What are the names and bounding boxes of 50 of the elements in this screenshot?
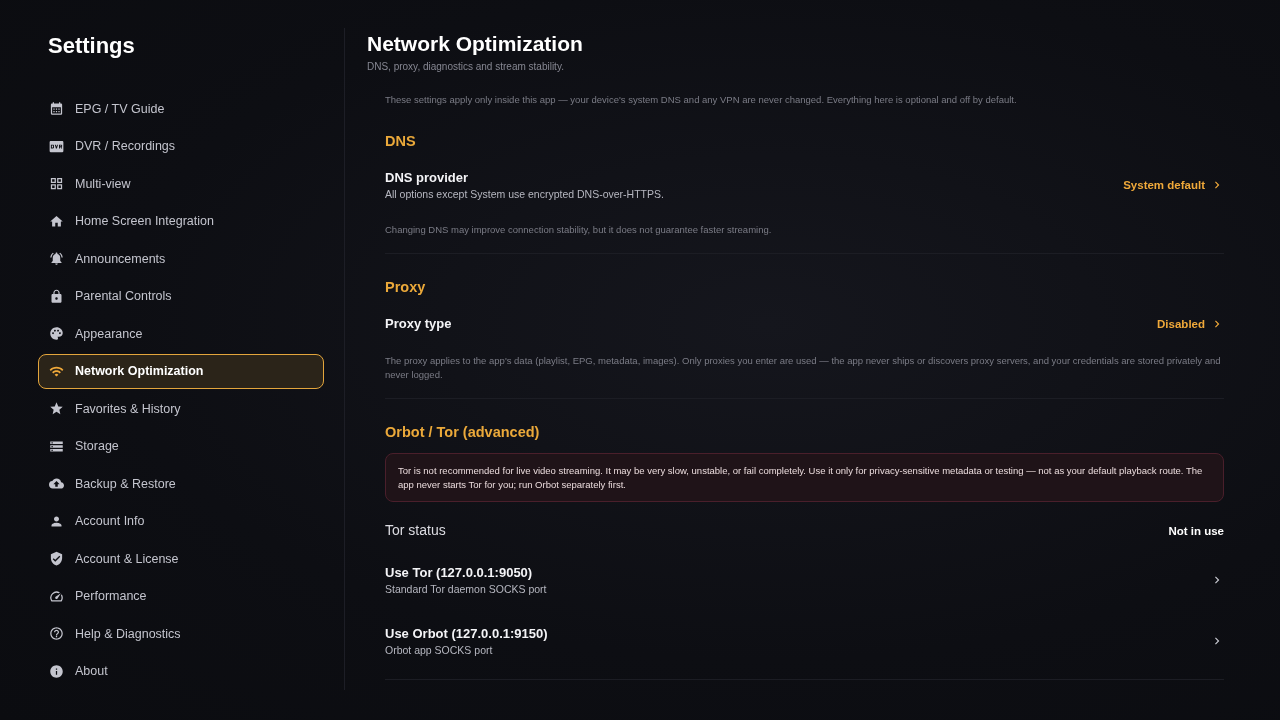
sidebar-item[interactable]: DVR / Recordings [38, 128, 324, 164]
calendar-icon [49, 101, 64, 116]
sidebar-item[interactable]: Storage [38, 428, 324, 464]
sidebar-item[interactable]: Multi-view [38, 166, 324, 201]
bell-icon [49, 251, 64, 266]
palette-icon [49, 326, 64, 341]
setting-label: Proxy type [385, 315, 452, 332]
sidebar-item[interactable]: About [38, 653, 324, 689]
section-heading: Orbot / Tor (advanced) [385, 423, 541, 441]
sidebar-item[interactable]: Performance [38, 578, 324, 614]
value-selector[interactable]: Disabled [1157, 316, 1224, 331]
setting-label[interactable]: Use Orbot (127.0.0.1:9150) [385, 625, 548, 642]
setting-label[interactable]: Use Tor (127.0.0.1:9050) [385, 564, 547, 581]
info-note: These settings apply only inside this app — your device's system DNS and any VPN are never changed. Everything here is optional and off by default. [385, 93, 1018, 107]
page-title: Network Optimization [367, 31, 584, 57]
sidebar-title: Settings [48, 32, 136, 60]
sidebar-item[interactable]: Account Info [38, 503, 324, 539]
sidebar-item[interactable]: Parental Controls [38, 278, 324, 314]
sidebar-item[interactable]: Appearance [38, 316, 324, 351]
status-label: Tor status [385, 522, 446, 539]
warning-banner: Tor is not recommended for live video streaming. It may be very slow, unstable, or fail completely. Use it only for privacy-sensitive metadata or testing — not as your default playback route. The app never starts Tor for you; run Orbot separately first. [385, 453, 1224, 502]
info-note: Changing DNS may improve connection stability, but it does not guarantee faster streaming. [385, 223, 773, 237]
sidebar-item[interactable]: Help & Diagnostics [38, 616, 324, 651]
grid-icon [49, 176, 64, 191]
speedometer-icon [49, 588, 64, 604]
page-subtitle: DNS, proxy, diagnostics and stream stability. [367, 60, 565, 74]
cloud-upload-icon [49, 476, 64, 491]
setting-label: DNS provider [385, 169, 470, 186]
sidebar-item[interactable]: Backup & Restore [38, 466, 324, 501]
sidebar-item[interactable]: EPG / TV Guide [38, 91, 324, 126]
shield-check-icon [49, 551, 64, 566]
sidebar-item[interactable]: Network Optimization [38, 353, 324, 389]
home-icon [49, 213, 64, 229]
setting-description: Orbot app SOCKS port [385, 644, 494, 657]
info-icon [49, 663, 64, 679]
sidebar-item[interactable]: Account & License [38, 541, 324, 576]
status-value: Not in use [1168, 524, 1224, 537]
help-icon [49, 626, 64, 641]
lock-icon [49, 288, 64, 304]
star-icon [49, 401, 64, 416]
section-heading: DNS [385, 132, 417, 150]
dvr-icon [49, 138, 64, 154]
sidebar-item[interactable]: Announcements [38, 241, 324, 276]
sidebar-item[interactable]: Home Screen Integration [38, 203, 324, 239]
section-heading: Proxy [385, 278, 427, 296]
setting-description: All options except System use encrypted DNS-over-HTTPS. [385, 188, 664, 201]
value-selector[interactable]: System default [1123, 178, 1224, 192]
info-note: The proxy applies to the app's data (playlist, EPG, metadata, images). Only proxies you enter are used — the app never ships or discovers proxy servers, and your credentials are stored privately and never logged. [385, 354, 1222, 382]
sidebar-item[interactable]: Favorites & History [38, 391, 324, 426]
setting-description: Standard Tor daemon SOCKS port [385, 583, 547, 596]
